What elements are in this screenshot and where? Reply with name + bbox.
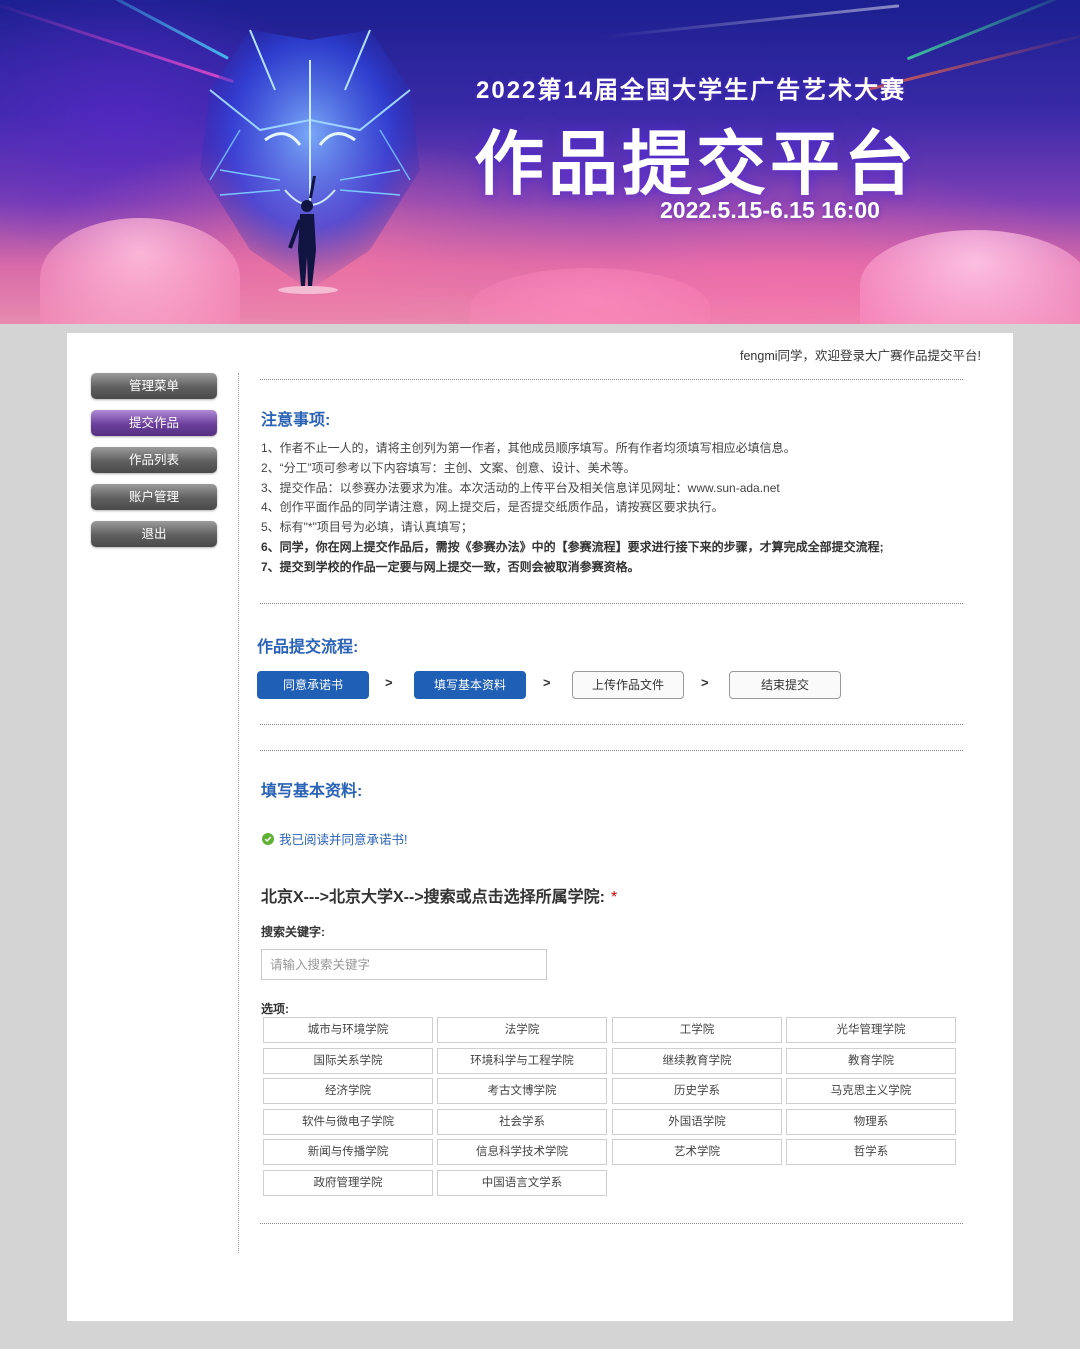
college-option[interactable]: 外国语学院 [612,1108,782,1135]
step-upload-files[interactable]: 上传作品文件 [572,671,684,699]
notes-item: 3、提交作品：以参赛办法要求为准。本次活动的上传平台及相关信息详见网址：www.… [261,480,780,495]
divider [260,724,963,725]
agree-text: 我已阅读并同意承诺书! [279,833,408,847]
divider [260,603,963,604]
college-option[interactable]: 经济学院 [263,1078,433,1105]
keyword-label: 搜索关键字: [261,925,325,939]
glow-mound [860,230,1080,324]
college-option[interactable]: 新闻与传播学院 [263,1139,433,1166]
light-ray [600,4,900,39]
process-title: 作品提交流程: [257,639,359,656]
step-arrow: > [385,675,393,690]
college-option[interactable]: 城市与环境学院 [263,1017,433,1043]
step-arrow: > [701,675,709,690]
notes-item: 4、创作平面作品的同学请注意，网上提交后，是否提交纸质作品，请按赛区要求执行。 [261,500,724,515]
college-option[interactable]: 历史学系 [612,1078,782,1105]
notes-title: 注意事项: [261,412,331,429]
step-arrow: > [543,675,551,690]
college-option[interactable]: 信息科学技术学院 [437,1139,607,1166]
notes-item: 5、标有"*"项目号为必填，请认真填写； [261,520,473,535]
divider [260,379,963,380]
step-fill-basic-info[interactable]: 填写基本资料 [414,671,526,699]
sidebar-item-logout[interactable]: 退出 [91,521,217,547]
notes-item: 1、作者不止一人的，请将主创列为第一作者，其他成员顺序填写。所有作者均须填写相应… [261,441,796,455]
sidebar-divider [238,373,239,1253]
divider [260,1223,963,1224]
banner: 2022第14届全国大学生广告艺术大赛 作品提交平台 2022.5.15-6.1… [0,0,1080,324]
college-option[interactable]: 光华管理学院 [786,1017,956,1043]
college-option[interactable]: 法学院 [437,1017,607,1043]
banner-date: 2022.5.15-6.15 16:00 [660,197,880,223]
college-option[interactable]: 物理系 [786,1108,956,1135]
college-option[interactable]: 继续教育学院 [612,1047,782,1074]
college-option[interactable]: 环境科学与工程学院 [437,1047,607,1074]
banner-subtitle: 2022第14届全国大学生广告艺术大赛 [476,77,907,104]
college-option[interactable]: 中国语言文学系 [437,1170,607,1196]
tiger-illustration [200,29,420,294]
college-option[interactable]: 软件与微电子学院 [263,1108,433,1135]
notes-list: 1、作者不止一人的，请将主创列为第一作者，其他成员顺序填写。所有作者均须填写相应… [261,439,884,578]
notes-item: 2、“分工”项可参考以下内容填写：主创、文案、创意、设计、美术等。 [261,460,636,475]
college-option[interactable]: 工学院 [612,1017,782,1043]
sidebar-item-account[interactable]: 账户管理 [91,484,217,510]
step-agree-pledge[interactable]: 同意承诺书 [257,671,369,699]
options-label: 选项: [261,1002,289,1016]
check-circle-icon [262,832,274,845]
college-path-label: 北京X--->北京大学X-->搜索或点击选择所属学院: * [261,883,617,907]
college-option[interactable]: 马克思主义学院 [786,1078,956,1105]
notes-item: 7、提交到学校的作品一定要与网上提交一致，否则会被取消参赛资格。 [261,559,640,574]
step-finish-submit[interactable]: 结束提交 [729,671,841,699]
agree-status: 我已阅读并同意承诺书! [262,829,407,848]
banner-title: 作品提交平台 [474,125,918,203]
college-option[interactable]: 国际关系学院 [263,1047,433,1074]
college-option[interactable]: 哲学系 [786,1139,956,1166]
content-panel: fengmi同学，欢迎登录大广赛作品提交平台! 管理菜单 提交作品 作品列表 账… [67,333,1013,1321]
notes-item: 6、同学，你在网上提交作品后，需按《参赛办法》中的【参赛流程】要求进行接下来的步… [261,539,884,554]
college-option[interactable]: 政府管理学院 [263,1170,433,1196]
college-option[interactable]: 社会学系 [437,1108,607,1135]
keyword-search-input[interactable] [261,949,547,980]
form-title: 填写基本资料: [261,783,363,800]
divider [260,750,963,751]
sidebar-item-manage-menu[interactable]: 管理菜单 [91,373,217,399]
college-option[interactable]: 考古文博学院 [437,1078,607,1105]
process-steps: 同意承诺书 > 填写基本资料 > 上传作品文件 > 结束提交 [257,671,857,699]
required-mark: * [611,889,618,906]
welcome-message: fengmi同学，欢迎登录大广赛作品提交平台! [740,349,981,363]
college-option[interactable]: 教育学院 [786,1047,956,1074]
sidebar: 管理菜单 提交作品 作品列表 账户管理 退出 [91,373,218,558]
sidebar-item-work-list[interactable]: 作品列表 [91,447,217,473]
glow-mound [470,268,710,324]
sidebar-item-submit-work[interactable]: 提交作品 [91,410,217,436]
light-ray [906,0,1080,61]
college-path-text: 北京X--->北京大学X-->搜索或点击选择所属学院: [261,889,606,906]
college-option[interactable]: 艺术学院 [612,1139,782,1166]
